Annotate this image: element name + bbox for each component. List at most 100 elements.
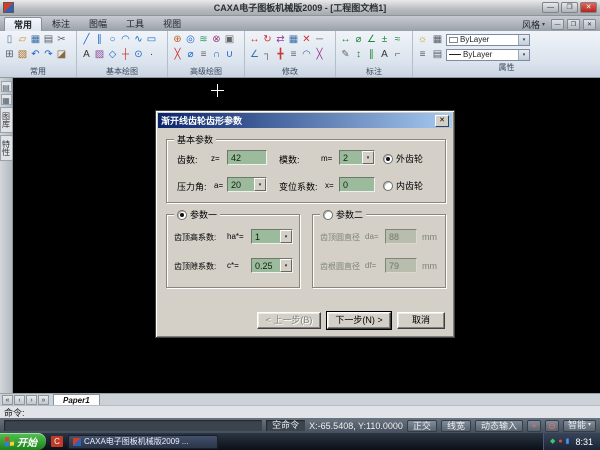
diameter-dim-icon[interactable]: ⌀ [352, 32, 365, 47]
layer-on-icon[interactable]: ☼ [416, 32, 429, 47]
open-file-icon[interactable]: ▱ [16, 32, 29, 47]
left-panel-tab-properties[interactable]: 特性 [0, 135, 13, 161]
array-icon[interactable]: ▦ [287, 32, 300, 47]
contour-icon[interactable]: ∩ [210, 47, 223, 62]
library-icon[interactable]: ▦ [0, 94, 12, 105]
chevron-down-icon[interactable]: ▾ [362, 151, 374, 164]
图幅[interactable]: 图幅 [80, 17, 116, 31]
标注[interactable]: 标注 [43, 17, 79, 31]
gear-draw-icon[interactable]: ⊗ [210, 32, 223, 47]
drawing-canvas[interactable]: 渐开线齿轮齿形参数 ✕ 基本参数 齿数: z= 42 模数: m= 2 ▾ 外齿… [13, 78, 600, 393]
param-two-radio[interactable]: 参数二 [320, 208, 367, 221]
close-icon[interactable]: ✕ [580, 2, 597, 13]
redo-icon[interactable]: ↷ [42, 47, 55, 62]
sheet-nav-button[interactable]: « [2, 395, 13, 405]
maximize-icon[interactable]: ❐ [561, 2, 578, 13]
视图[interactable]: 视图 [154, 17, 190, 31]
status-toggle-button[interactable]: 正交 [406, 419, 437, 432]
常用[interactable]: 常用 [4, 17, 43, 31]
module-combo[interactable]: 2 ▾ [339, 150, 375, 165]
concentric-icon[interactable]: ◎ [184, 32, 197, 47]
sheet-nav-button[interactable]: » [38, 395, 49, 405]
status-toggle-button[interactable]: 动态输入 [474, 419, 523, 432]
external-gear-radio[interactable]: 外齿轮 [383, 152, 423, 165]
polygon-icon[interactable]: ◇ [106, 47, 119, 62]
delete-icon[interactable]: ✕ [300, 32, 313, 47]
fillet-icon[interactable]: ◠ [300, 47, 313, 62]
tray-network-icon[interactable]: ▮ [566, 437, 570, 447]
chevron-down-icon[interactable]: ▾ [518, 34, 529, 45]
mirror-icon[interactable]: ⇄ [274, 32, 287, 47]
trim-icon[interactable]: ╳ [313, 47, 326, 62]
snap-point-icon[interactable]: + [526, 419, 541, 432]
cancel-button[interactable]: 取消 [397, 312, 445, 329]
spline-icon[interactable]: ∿ [132, 32, 145, 47]
style-menu-button[interactable]: 风格 ▾ [519, 18, 548, 31]
match-properties-icon[interactable]: ▤ [431, 47, 444, 62]
corner-icon[interactable]: ┐ [261, 47, 274, 62]
line-icon[interactable]: ╱ [80, 32, 93, 47]
hatch-icon[interactable]: ▨ [93, 47, 106, 62]
chamfer-icon[interactable]: ∠ [248, 47, 261, 62]
tray-volume-icon[interactable]: ● [558, 437, 562, 447]
wheel-icon[interactable]: ⊕ [171, 32, 184, 47]
command-line[interactable]: 命令: [0, 405, 600, 418]
tolerance-icon[interactable]: ± [378, 32, 391, 47]
pressure-angle-combo[interactable]: 20 ▾ [227, 177, 267, 192]
addendum-combo[interactable]: 1 ▾ [251, 229, 293, 244]
point-icon[interactable]: · [145, 47, 158, 62]
stretch-icon[interactable]: ─ [313, 32, 326, 47]
new-file-icon[interactable]: ▯ [3, 32, 16, 47]
linetype-bylayer-combo[interactable]: ByLayer ▾ [446, 48, 530, 61]
chevron-down-icon[interactable]: ▾ [280, 259, 292, 272]
internal-gear-radio[interactable]: 内齿轮 [383, 179, 423, 192]
cross-icon[interactable]: ╳ [171, 47, 184, 62]
rectangle-icon[interactable]: ▭ [145, 32, 158, 47]
roughness-icon[interactable]: ≈ [391, 32, 404, 47]
diameter-icon[interactable]: ⌀ [184, 47, 197, 62]
cut-icon[interactable]: ✂ [55, 32, 68, 47]
arc-icon[interactable]: ◠ [119, 32, 132, 47]
chevron-down-icon[interactable]: ▾ [280, 230, 292, 243]
tray-antivirus-icon[interactable]: ◆ [550, 437, 555, 447]
save-icon[interactable]: ▦ [29, 32, 42, 47]
color-bylayer-combo[interactable]: ByLayer ▾ [446, 33, 530, 46]
block-icon[interactable]: ▣ [223, 32, 236, 47]
leader-icon[interactable]: ⌐ [391, 47, 404, 62]
print-icon[interactable]: ▤ [42, 32, 55, 47]
explode-icon[interactable]: ≡ [287, 47, 300, 62]
dialog-title-bar[interactable]: 渐开线齿轮齿形参数 ✕ [158, 113, 452, 128]
format-brush-icon[interactable]: ◪ [55, 47, 68, 62]
copy-icon[interactable]: ⊞ [3, 47, 16, 62]
next-button[interactable]: 下一步(N) > [326, 311, 392, 330]
parallel-line-icon[interactable]: ∥ [93, 32, 106, 47]
status-toggle-button[interactable]: 线宽 [440, 419, 471, 432]
quick-launch-icon[interactable]: C [51, 436, 63, 447]
mdi-restore-icon[interactable]: ❐ [567, 18, 580, 30]
clearance-combo[interactable]: 0.25 ▾ [251, 258, 293, 273]
param-one-radio[interactable]: 参数一 [174, 208, 221, 221]
sheet-nav-button[interactable]: › [26, 395, 37, 405]
wave-icon[interactable]: ≋ [197, 32, 210, 47]
left-panel-tab-library[interactable]: 图库 [0, 107, 13, 133]
taskbar-item-caxa[interactable]: CAXA电子图板机械版2009 ... [68, 434, 218, 449]
circle-icon[interactable]: ○ [106, 32, 119, 47]
dim-text-icon[interactable]: A [378, 47, 391, 62]
teeth-input[interactable]: 42 [227, 150, 267, 165]
centerline-icon[interactable]: ┼ [119, 47, 132, 62]
paste-icon[interactable]: ▧ [16, 47, 29, 62]
break-icon[interactable]: ╋ [274, 47, 287, 62]
工具[interactable]: 工具 [117, 17, 153, 31]
layer-settings-icon[interactable]: ▦ [431, 32, 444, 47]
mdi-close-icon[interactable]: ✕ [583, 18, 596, 30]
ellipse-icon[interactable]: ⊙ [132, 47, 145, 62]
undo-icon[interactable]: ↶ [29, 47, 42, 62]
rotate-icon[interactable]: ↻ [261, 32, 274, 47]
vertical-dim-icon[interactable]: ↕ [352, 47, 365, 62]
chevron-down-icon[interactable]: ▾ [254, 178, 266, 191]
dialog-close-icon[interactable]: ✕ [435, 114, 449, 127]
start-button[interactable]: 开始 [0, 433, 46, 450]
mdi-minimize-icon[interactable]: — [551, 18, 564, 30]
parallel-dim-icon[interactable]: ∥ [365, 47, 378, 62]
angle-dim-icon[interactable]: ∠ [365, 32, 378, 47]
